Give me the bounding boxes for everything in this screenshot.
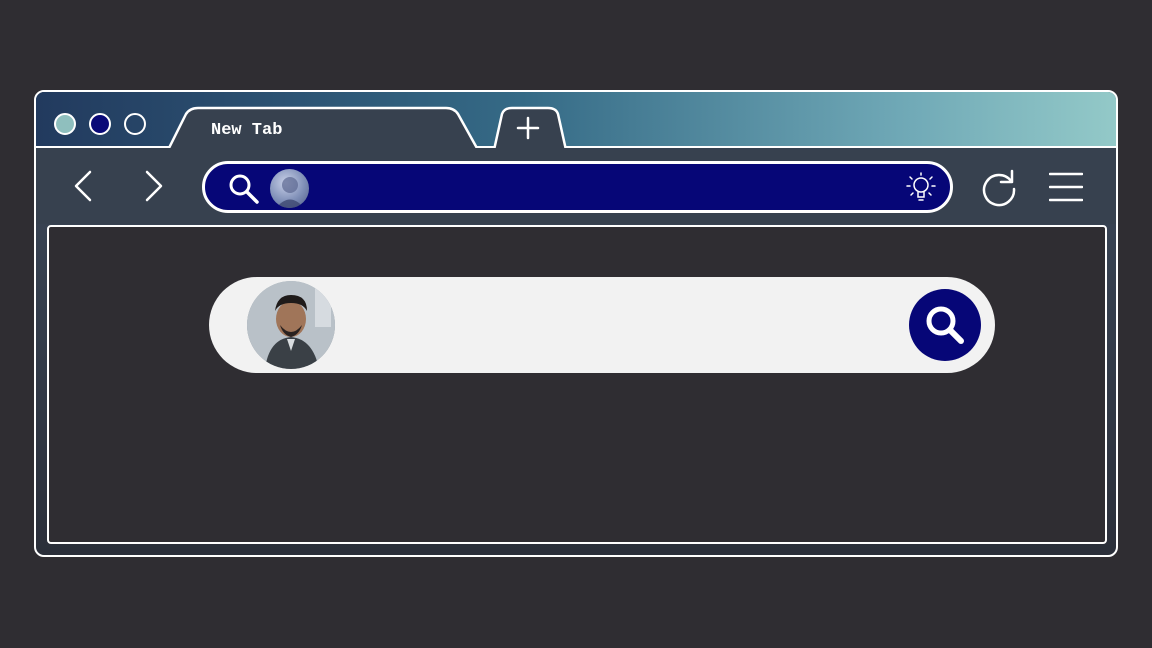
page-viewport <box>47 225 1107 544</box>
back-button[interactable] <box>68 169 98 203</box>
tab-label: New Tab <box>211 121 283 140</box>
new-tab-button[interactable] <box>508 112 548 144</box>
hamburger-menu-icon <box>1049 172 1083 202</box>
browser-window: New Tab <box>34 90 1118 557</box>
address-bar-avatar <box>270 169 309 208</box>
user-avatar-image <box>276 177 304 208</box>
search-icon <box>229 174 259 204</box>
reload-button[interactable] <box>978 166 1020 208</box>
lightbulb-icon[interactable] <box>906 171 936 205</box>
window-control-teal[interactable] <box>54 113 76 135</box>
menu-button[interactable] <box>1046 168 1086 206</box>
plus-icon <box>516 116 540 140</box>
forward-button[interactable] <box>139 169 169 203</box>
navigation-toolbar <box>36 148 1116 224</box>
chevron-left-icon <box>74 170 92 202</box>
window-control-outline[interactable] <box>124 113 146 135</box>
title-bar: New Tab <box>36 92 1116 150</box>
address-bar[interactable] <box>202 161 953 213</box>
search-box-avatar <box>247 281 335 369</box>
page-search-box[interactable] <box>209 277 995 373</box>
reload-icon <box>982 169 1016 207</box>
search-submit-button[interactable] <box>909 289 981 361</box>
user-avatar-image <box>247 281 335 369</box>
chevron-right-icon <box>145 170 163 202</box>
search-icon <box>926 306 964 344</box>
window-control-navy[interactable] <box>89 113 111 135</box>
